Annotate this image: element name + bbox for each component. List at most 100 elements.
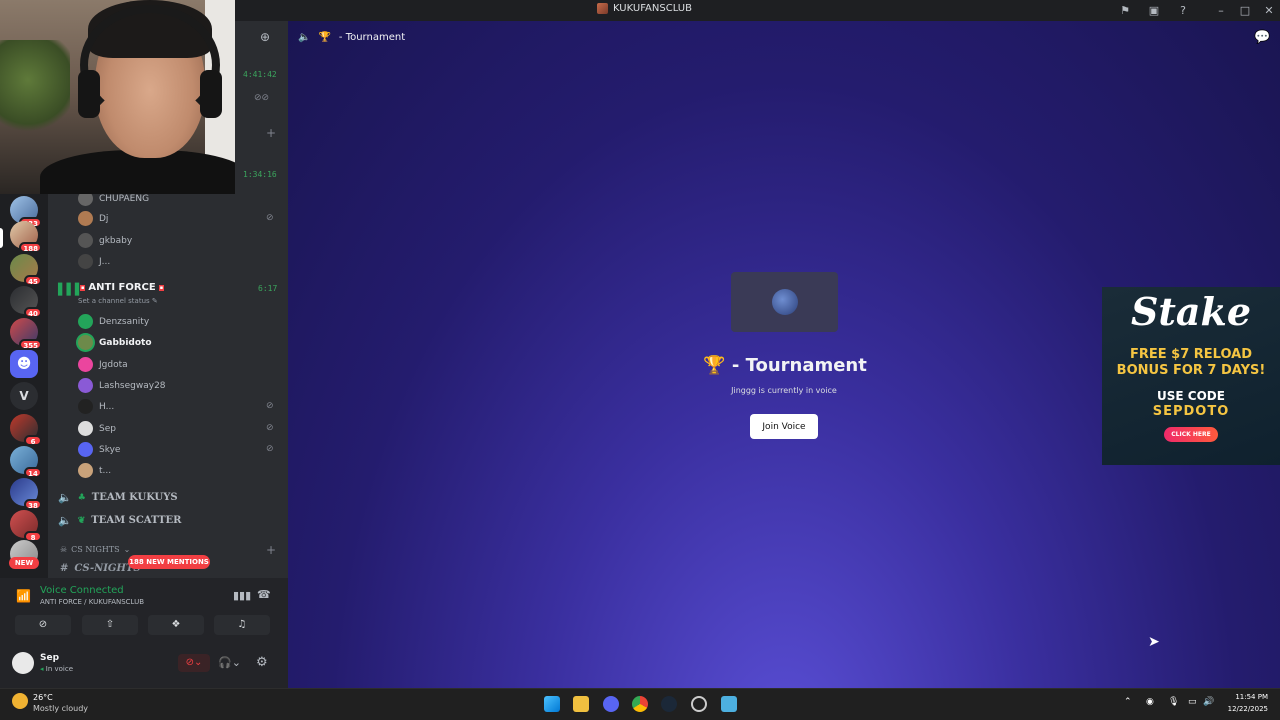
chrome-icon[interactable] xyxy=(632,696,648,712)
voice-channel-team-scatter[interactable]: 🔈 ❦ TEAM SCATTER xyxy=(58,514,181,527)
weather-temp[interactable]: 26°C xyxy=(33,693,53,702)
category-cs-nights[interactable]: ☠ CS NIGHTS ⌄ xyxy=(60,545,130,554)
headphones-button[interactable]: 🎧⌄ xyxy=(218,656,241,669)
new-badge: NEW xyxy=(9,557,39,569)
avatar xyxy=(78,211,93,226)
network-icon[interactable]: ▭ xyxy=(1188,697,1197,707)
discord-icon: ☻ xyxy=(10,350,38,378)
clock-date[interactable]: 12/22/2025 xyxy=(1216,705,1268,713)
emoji-icon: ▪ xyxy=(158,284,165,291)
chevron-up-icon[interactable]: ⌃ xyxy=(1124,697,1132,707)
avatar xyxy=(78,378,93,393)
voice-status[interactable]: Voice Connected xyxy=(40,585,124,596)
voice-user[interactable]: J... xyxy=(78,254,110,269)
file-explorer-icon[interactable] xyxy=(573,696,589,712)
webcam-overlay xyxy=(0,0,235,194)
volume-icon[interactable]: 🔊 xyxy=(1203,697,1214,707)
stake-ad[interactable]: Stake FREE $7 RELOAD BONUS FOR 7 DAYS! U… xyxy=(1102,287,1280,465)
start-menu-icon[interactable] xyxy=(544,696,560,712)
server-icon[interactable]: 40 xyxy=(10,286,42,318)
user-status-text: In voice xyxy=(45,665,74,673)
mention-badge: 188 xyxy=(19,242,42,253)
voice-user-name: CHUPAENG xyxy=(99,193,150,204)
add-channel-icon[interactable]: + xyxy=(266,126,276,140)
camera-off-button[interactable]: ⊘ xyxy=(15,615,71,635)
avatar xyxy=(78,421,93,436)
add-channel-icon[interactable]: + xyxy=(266,543,276,557)
activities-button[interactable]: ❖ xyxy=(148,615,204,635)
voice-location[interactable]: ANTI FORCE / KUKUFANSCLUB xyxy=(40,598,144,606)
voice-user[interactable]: Skye xyxy=(78,442,120,457)
avatar xyxy=(772,289,798,315)
speaker-icon: 🔈 xyxy=(298,31,311,43)
server-icon[interactable]: 45 xyxy=(10,254,42,286)
obs-icon[interactable] xyxy=(691,696,707,712)
voice-user-name: Gabbidoto xyxy=(99,337,152,348)
mention-badge: 45 xyxy=(24,275,42,286)
server-icon[interactable]: 355 xyxy=(10,318,42,350)
chat-icon[interactable]: 💬 xyxy=(1254,30,1270,45)
server-icon-v[interactable]: V xyxy=(10,382,38,410)
soundboard-button[interactable]: ♫ xyxy=(214,615,270,635)
screen-icon[interactable]: ▣ xyxy=(1147,4,1161,17)
tray-app-icon[interactable]: ◉ xyxy=(1146,697,1154,707)
voice-channel-anti-force[interactable]: ▪ ANTI FORCE ▪ xyxy=(80,282,165,293)
server-icon[interactable]: 6 xyxy=(10,414,42,446)
avatar xyxy=(78,314,93,329)
help-icon[interactable]: ? xyxy=(1176,4,1190,17)
voice-user[interactable]: Denzsanity xyxy=(78,314,149,329)
steam-icon[interactable] xyxy=(661,696,677,712)
channel-header-title: - Tournament xyxy=(338,31,406,43)
voice-user[interactable]: t... xyxy=(78,463,111,478)
channel-status[interactable]: Set a channel status ✎ xyxy=(78,297,158,305)
join-voice-button[interactable]: Join Voice xyxy=(750,414,818,439)
screen-share-button[interactable]: ⇧ xyxy=(82,615,138,635)
voice-user[interactable]: Jgdota xyxy=(78,357,128,372)
server-icon[interactable]: 14 xyxy=(10,446,42,478)
voice-channel-title-text: - Tournament xyxy=(731,355,867,376)
server-icon[interactable]: 38 xyxy=(10,478,42,510)
flag-icon[interactable]: ⚑ xyxy=(1118,4,1132,17)
signal-icon: 📶 xyxy=(16,589,31,603)
clock-time[interactable]: 11:54 PM xyxy=(1226,693,1268,701)
server-icon[interactable]: 188 xyxy=(10,221,42,253)
maximize-icon[interactable]: □ xyxy=(1238,4,1252,17)
headset-cup xyxy=(78,70,100,118)
channel-name: ANTI FORCE xyxy=(88,282,156,293)
voice-user-name: Sep xyxy=(99,423,116,434)
server-letter: V xyxy=(10,382,38,410)
avatar xyxy=(78,335,93,350)
mic-muted-button[interactable]: ⊘⌄ xyxy=(178,654,210,672)
user-name[interactable]: Sep xyxy=(40,653,59,663)
discord-server-icon[interactable]: ☻ xyxy=(10,350,38,378)
weather-desc[interactable]: Mostly cloudy xyxy=(33,704,88,713)
timer: 1:34:16 xyxy=(243,170,277,179)
weather-icon[interactable] xyxy=(12,693,28,709)
voice-user[interactable]: Sep xyxy=(78,421,116,436)
voice-user-tile[interactable] xyxy=(731,272,838,332)
settings-gear-icon[interactable]: ⚙ xyxy=(256,655,268,670)
notepad-icon[interactable] xyxy=(721,696,737,712)
ad-cta-button[interactable]: CLICK HERE xyxy=(1164,427,1218,442)
voice-channel-subtitle: Jinggg is currently in voice xyxy=(731,386,837,395)
disconnect-icon[interactable]: ☎ xyxy=(257,588,271,601)
mention-badge: 6 xyxy=(24,435,42,446)
noise-suppression-icon[interactable]: ▮▮▮ xyxy=(233,589,251,602)
user-avatar[interactable] xyxy=(12,652,34,674)
voice-user[interactable]: H... xyxy=(78,399,114,414)
add-friend-icon[interactable]: ⊕ xyxy=(260,30,270,44)
server-icon[interactable]: 233 xyxy=(10,196,42,228)
new-mentions-pill[interactable]: 188 NEW MENTIONS xyxy=(128,555,210,569)
voice-user[interactable]: gkbaby xyxy=(78,233,132,248)
server-icon[interactable]: 8 xyxy=(10,510,42,542)
minimize-icon[interactable]: – xyxy=(1214,4,1228,17)
discord-taskbar-icon[interactable] xyxy=(603,696,619,712)
voice-channel-team-kukuys[interactable]: 🔈 ♣ TEAM KUKUYS xyxy=(58,491,178,504)
close-icon[interactable]: ✕ xyxy=(1262,4,1276,17)
voice-user[interactable]: Dj xyxy=(78,211,108,226)
voice-user[interactable]: Gabbidoto xyxy=(78,335,152,350)
voice-channel-title: 🏆 - Tournament xyxy=(700,355,870,376)
voice-user[interactable]: Lashsegway28 xyxy=(78,378,166,393)
mention-badge: 355 xyxy=(19,339,42,350)
microphone-icon[interactable]: 🎙 xyxy=(1168,697,1179,707)
